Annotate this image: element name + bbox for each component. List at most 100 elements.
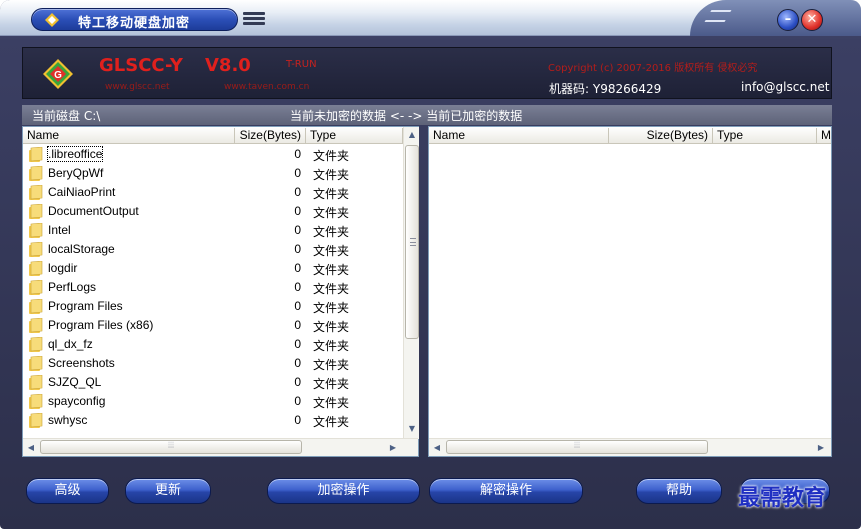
folder-icon xyxy=(29,394,43,409)
column-size[interactable]: Size(Bytes) xyxy=(235,128,306,143)
copyright-text: Copyright (c) 2007-2016 版权所有 侵权必究 xyxy=(548,63,758,74)
file-type: 文件夹 xyxy=(313,263,350,277)
file-name: DocumentOutput xyxy=(48,204,139,218)
scroll-down-icon[interactable]: ▼ xyxy=(404,421,420,437)
file-size: 0 xyxy=(294,185,301,199)
file-type: 文件夹 xyxy=(313,301,350,315)
titlebar-decoration xyxy=(690,0,861,36)
list-item[interactable]: Program Files 0 文件夹 xyxy=(23,297,418,316)
file-size: 0 xyxy=(294,375,301,389)
file-size: 0 xyxy=(294,299,301,313)
app-name: GLSCC-Y xyxy=(99,55,183,76)
file-type: 文件夹 xyxy=(313,206,350,220)
folder-icon xyxy=(29,337,43,352)
decrypt-button[interactable]: 解密操作 xyxy=(429,478,583,504)
file-type: 文件夹 xyxy=(313,320,350,334)
column-type[interactable]: Type xyxy=(713,128,817,143)
hscroll-thumb[interactable]: ⦙⦙⦙ xyxy=(446,440,708,454)
contact-email: info@glscc.net xyxy=(741,80,830,94)
scroll-left-icon[interactable]: ◀ xyxy=(429,439,445,456)
file-name: Program Files xyxy=(48,299,123,313)
update-button[interactable]: 更新 xyxy=(125,478,211,504)
file-type: 文件夹 xyxy=(313,168,350,182)
column-name[interactable]: Name xyxy=(429,128,609,143)
scroll-thumb[interactable] xyxy=(405,145,419,339)
list-item[interactable]: Intel 0 文件夹 xyxy=(23,221,418,240)
status-bar: 当前磁盘 C:\ 当前未加密的数据 <- -> 当前已加密的数据 xyxy=(22,105,832,125)
column-type[interactable]: Type xyxy=(306,128,403,143)
scroll-right-icon[interactable]: ▶ xyxy=(813,439,829,456)
scroll-up-icon[interactable]: ▲ xyxy=(404,127,420,143)
list-item[interactable]: ql_dx_fz 0 文件夹 xyxy=(23,335,418,354)
folder-icon xyxy=(29,185,43,200)
website-link-2[interactable]: www.taven.com.cn xyxy=(224,82,309,92)
app-version: V8.0 xyxy=(205,55,251,76)
advanced-button[interactable]: 高级 xyxy=(26,478,109,504)
column-size[interactable]: Size(Bytes) xyxy=(609,128,713,143)
panel-hint: 当前未加密的数据 <- -> 当前已加密的数据 xyxy=(290,109,523,123)
list-item[interactable]: logdir 0 文件夹 xyxy=(23,259,418,278)
file-type: 文件夹 xyxy=(313,396,350,410)
svg-text:G: G xyxy=(54,70,62,81)
window-title: 特工移动硬盘加密 xyxy=(78,16,191,31)
file-size: 0 xyxy=(294,337,301,351)
folder-icon xyxy=(29,318,43,333)
title-pill[interactable]: 特工移动硬盘加密 xyxy=(31,8,238,31)
list-item[interactable]: Program Files (x86) 0 文件夹 xyxy=(23,316,418,335)
folder-icon xyxy=(29,242,43,257)
file-size: 0 xyxy=(294,261,301,275)
column-name[interactable]: Name xyxy=(23,128,235,143)
folder-icon xyxy=(29,356,43,371)
file-type: 文件夹 xyxy=(313,149,350,163)
file-size: 0 xyxy=(294,147,301,161)
list-item[interactable]: spayconfig 0 文件夹 xyxy=(23,392,418,411)
list-item[interactable]: BeryQpWf 0 文件夹 xyxy=(23,164,418,183)
horizontal-scrollbar[interactable]: ◀ ⦙⦙⦙ ▶ xyxy=(23,438,418,456)
file-name: SJZQ_QL xyxy=(48,375,102,389)
hscroll-thumb[interactable]: ⦙⦙⦙ xyxy=(40,440,302,454)
encrypt-button[interactable]: 加密操作 xyxy=(267,478,420,504)
list-item[interactable]: SJZQ_QL 0 文件夹 xyxy=(23,373,418,392)
help-button[interactable]: 帮助 xyxy=(636,478,722,504)
list-item[interactable]: DocumentOutput 0 文件夹 xyxy=(23,202,418,221)
vertical-scrollbar[interactable]: ▲ ▼ xyxy=(403,127,419,439)
horizontal-scrollbar[interactable]: ◀ ⦙⦙⦙ ▶ xyxy=(429,438,831,456)
list-header: Name Size(Bytes) Type M xyxy=(429,127,831,144)
file-type: 文件夹 xyxy=(313,282,350,296)
folder-icon xyxy=(29,204,43,219)
folder-icon xyxy=(29,413,43,428)
folder-icon xyxy=(29,280,43,295)
unencrypted-file-list[interactable]: Name Size(Bytes) Type .libreoffice 0 文件夹 Be… xyxy=(22,126,419,457)
file-type: 文件夹 xyxy=(313,358,350,372)
scroll-left-icon[interactable]: ◀ xyxy=(23,439,39,456)
list-item[interactable]: Screenshots 0 文件夹 xyxy=(23,354,418,373)
list-item[interactable]: PerfLogs 0 文件夹 xyxy=(23,278,418,297)
app-window: 特工移动硬盘加密 – ✕ G GLSCC-Y V8.0 T-RUN www.gl… xyxy=(0,0,861,529)
minimize-button[interactable]: – xyxy=(777,9,799,31)
scroll-right-icon[interactable]: ▶ xyxy=(385,439,401,456)
encrypted-file-list[interactable]: Name Size(Bytes) Type M ◀ ⦙⦙⦙ ▶ xyxy=(428,126,832,457)
folder-icon xyxy=(29,147,43,162)
file-name: logdir xyxy=(48,261,78,275)
file-size: 0 xyxy=(294,413,301,427)
list-item[interactable]: CaiNiaoPrint 0 文件夹 xyxy=(23,183,418,202)
file-name: ql_dx_fz xyxy=(48,337,93,351)
menu-icon[interactable] xyxy=(243,12,265,26)
column-m[interactable]: M xyxy=(817,128,831,143)
list-item[interactable]: .libreoffice 0 文件夹 xyxy=(23,145,418,164)
close-icon: ✕ xyxy=(806,12,818,27)
website-link-1[interactable]: www.glscc.net xyxy=(105,82,170,92)
file-size: 0 xyxy=(294,394,301,408)
list-item[interactable]: localStorage 0 文件夹 xyxy=(23,240,418,259)
list-item[interactable]: swhysc 0 文件夹 xyxy=(23,411,418,430)
app-logo-icon xyxy=(45,13,59,27)
file-size: 0 xyxy=(294,204,301,218)
edition-label: T-RUN xyxy=(286,59,317,70)
file-type: 文件夹 xyxy=(313,339,350,353)
file-rows: .libreoffice 0 文件夹 BeryQpWf 0 文件夹 CaiNiaoPrint… xyxy=(23,145,418,430)
file-size: 0 xyxy=(294,280,301,294)
file-name: CaiNiaoPrint xyxy=(48,185,116,199)
close-button[interactable]: ✕ xyxy=(801,9,823,31)
folder-icon xyxy=(29,166,43,181)
file-type: 文件夹 xyxy=(313,244,350,258)
